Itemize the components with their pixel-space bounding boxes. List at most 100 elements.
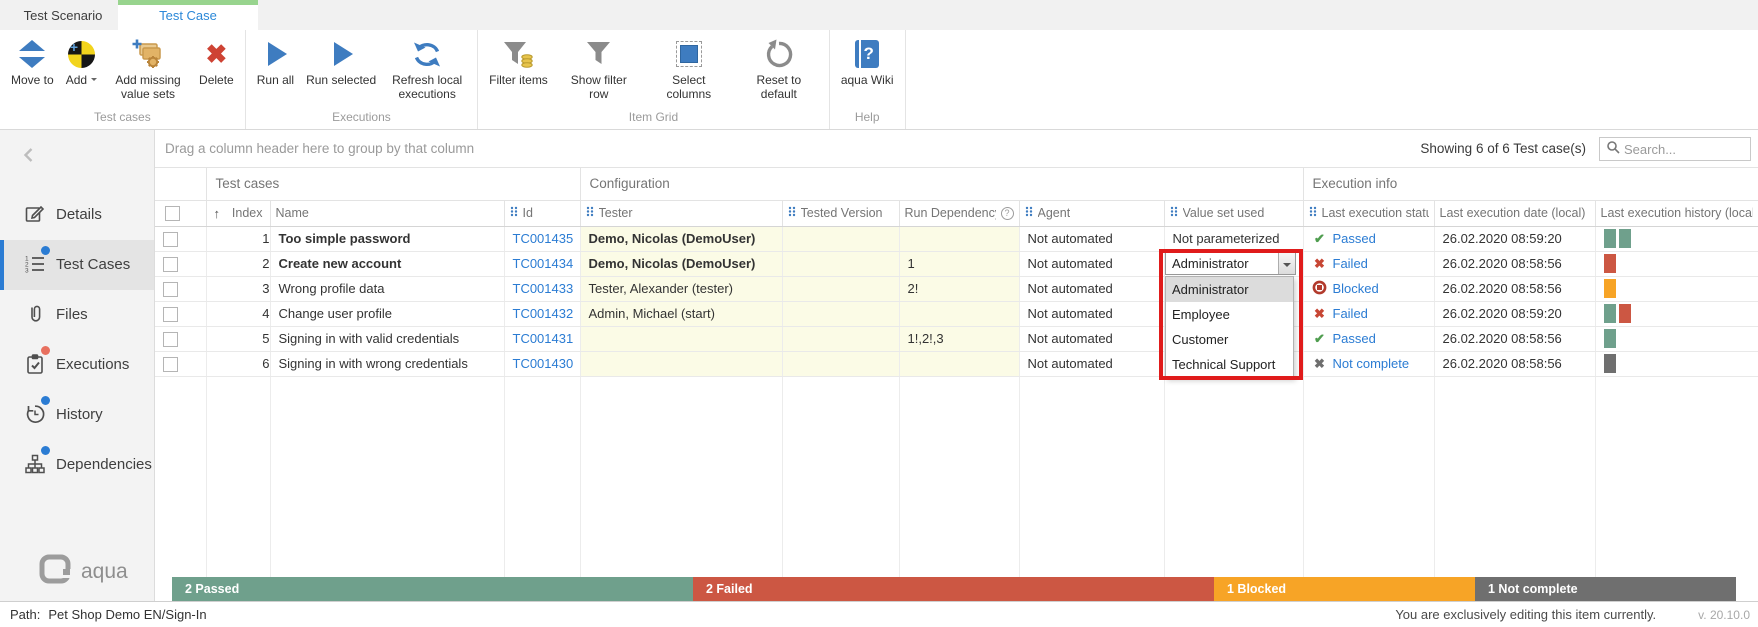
column-header-agent[interactable]: Agent [1019, 200, 1164, 226]
sidebar: Details123Test CasesFiles Executions Histo… [0, 130, 155, 601]
column-header-last-execution-history-local[interactable]: Last execution history (local) [1595, 200, 1758, 226]
dropdown-option-administrator[interactable]: Administrator [1166, 277, 1293, 302]
ribbon-button-reset-to-default[interactable]: Reset to default [734, 34, 824, 102]
status-link[interactable]: Failed [1333, 256, 1368, 271]
tester-cell: Demo, Nicolas (DemoUser) [580, 226, 782, 251]
status-link[interactable]: Blocked [1333, 281, 1379, 296]
delete-icon: ✖ [205, 35, 227, 73]
ribbon-button-label: Delete [199, 73, 234, 87]
column-header-index[interactable]: ↑Index [206, 200, 270, 226]
column-header-label: Index [232, 206, 263, 220]
band-execution-info: Execution info [1303, 168, 1758, 200]
summary-segment-2-failed: 2 Failed [693, 577, 1214, 601]
id-link[interactable]: TC001435 [513, 231, 574, 246]
ribbon-button-select-columns[interactable]: Select columns [644, 34, 734, 102]
dropdown-option-technical-support[interactable]: Technical Support [1166, 352, 1293, 377]
summary-segment-1-not-complete: 1 Not complete [1475, 577, 1736, 601]
value-set-combobox[interactable]: Administrator [1165, 252, 1296, 275]
search-input[interactable] [1624, 142, 1750, 157]
agent-cell: Not automated [1019, 301, 1164, 326]
row-checkbox[interactable] [163, 357, 178, 372]
row-checkbox[interactable] [163, 232, 178, 247]
dropdown-option-customer[interactable]: Customer [1166, 327, 1293, 352]
table-row: 1Too simple passwordTC001435Demo, Nicola… [155, 226, 1758, 251]
row-select-cell [155, 326, 206, 351]
id-link[interactable]: TC001433 [513, 281, 574, 296]
row-select-cell [155, 251, 206, 276]
tester-cell: Tester, Alexander (tester) [580, 276, 782, 301]
status-link[interactable]: Passed [1333, 331, 1376, 346]
row-checkbox[interactable] [163, 282, 178, 297]
column-header-value-set-used[interactable]: Value set used [1164, 200, 1303, 226]
collapse-sidebar-button[interactable] [20, 146, 40, 166]
id-link[interactable]: TC001431 [513, 331, 574, 346]
band-configuration: Configuration [580, 168, 1303, 200]
select-all-checkbox[interactable] [165, 206, 180, 221]
row-select-cell [155, 351, 206, 376]
ribbon-button-add-missing-value-sets[interactable]: Add missing value sets [103, 34, 193, 102]
row-checkbox[interactable] [163, 332, 178, 347]
sidebar-item-label: Executions [56, 356, 129, 373]
not-complete-icon: ✖ [1312, 356, 1328, 372]
history-cell [1595, 251, 1758, 276]
id-link[interactable]: TC001430 [513, 356, 574, 371]
column-header-tester[interactable]: Tester [580, 200, 782, 226]
table-row: 5Signing in with valid credentialsTC0014… [155, 326, 1758, 351]
ribbon-button-delete[interactable]: ✖Delete [193, 34, 240, 88]
column-header-label: Id [523, 206, 533, 220]
index-cell: 1 [206, 226, 270, 251]
status-link[interactable]: Not complete [1333, 356, 1410, 371]
run-all-icon [260, 35, 290, 73]
name-cell: Wrong profile data [270, 276, 504, 301]
ribbon-button-filter-items[interactable]: Filter items [483, 34, 554, 88]
ribbon-button-add[interactable]: Add [60, 34, 103, 88]
ribbon-button-move-to[interactable]: Move to [5, 34, 60, 88]
path-label: Path: [10, 607, 40, 622]
failed-icon: ✖ [1312, 256, 1328, 272]
refresh-icon [411, 35, 443, 73]
path-value: Pet Shop Demo EN/Sign-In [48, 607, 206, 622]
sidebar-item-executions[interactable]: Executions [0, 340, 154, 390]
tab-test-case[interactable]: Test Case [118, 0, 258, 30]
tab-test-scenario[interactable]: Test Scenario [8, 0, 118, 30]
ribbon-button-run-all[interactable]: Run all [251, 34, 300, 88]
sidebar-item-dependencies[interactable]: Dependencies [0, 440, 154, 490]
history-square-red [1619, 304, 1631, 323]
combobox-dropdown-button[interactable] [1278, 253, 1295, 274]
passed-icon: ✔ [1312, 331, 1328, 347]
column-header-run-dependency[interactable]: Run Dependency? [899, 200, 1019, 226]
ribbon-button-aqua-wiki[interactable]: ?aqua Wiki [835, 34, 900, 88]
band-label: Execution info [1313, 176, 1398, 191]
ribbon-button-label: Select columns [650, 73, 728, 101]
id-link[interactable]: TC001434 [513, 256, 574, 271]
run-dependency-cell [899, 226, 1019, 251]
dropdown-option-employee[interactable]: Employee [1166, 302, 1293, 327]
status-link[interactable]: Failed [1333, 306, 1368, 321]
app-window: Test ScenarioTest Case Move toAddAdd mis… [0, 0, 1758, 627]
ribbon-button-show-filter-row[interactable]: Show filter row [554, 34, 644, 102]
sidebar-item-files[interactable]: Files [0, 290, 154, 340]
ribbon-button-run-selected[interactable]: Run selected [300, 34, 382, 88]
sidebar-item-details[interactable]: Details [0, 190, 154, 240]
column-header-label: Agent [1038, 206, 1071, 220]
ribbon-button-label: Run all [257, 73, 294, 87]
status-link[interactable]: Passed [1333, 231, 1376, 246]
id-link[interactable]: TC001432 [513, 306, 574, 321]
group-by-bar: Drag a column header here to group by th… [155, 130, 1758, 168]
ribbon-button-refresh-local-executions[interactable]: Refresh local executions [382, 34, 472, 102]
row-checkbox[interactable] [163, 257, 178, 272]
status-cell: ✖Failed [1303, 301, 1434, 326]
table-row: 6Signing in with wrong credentialsTC0014… [155, 351, 1758, 376]
date-cell: 26.02.2020 08:58:56 [1434, 251, 1595, 276]
column-header-name[interactable]: Name [270, 200, 504, 226]
column-header-tested-version[interactable]: Tested Version [782, 200, 899, 226]
status-cell: ✔ Passed [1303, 326, 1434, 351]
sidebar-item-history[interactable]: History [0, 390, 154, 440]
column-header-last-execution-date-local[interactable]: Last execution date (local) [1434, 200, 1595, 226]
column-header-id[interactable]: Id [504, 200, 580, 226]
sidebar-item-test-cases[interactable]: 123Test Cases [0, 240, 154, 290]
date-cell: 26.02.2020 08:59:20 [1434, 226, 1595, 251]
name-cell: Signing in with wrong credentials [270, 351, 504, 376]
column-header-last-execution-statu[interactable]: Last execution statu... [1303, 200, 1434, 226]
row-checkbox[interactable] [163, 307, 178, 322]
